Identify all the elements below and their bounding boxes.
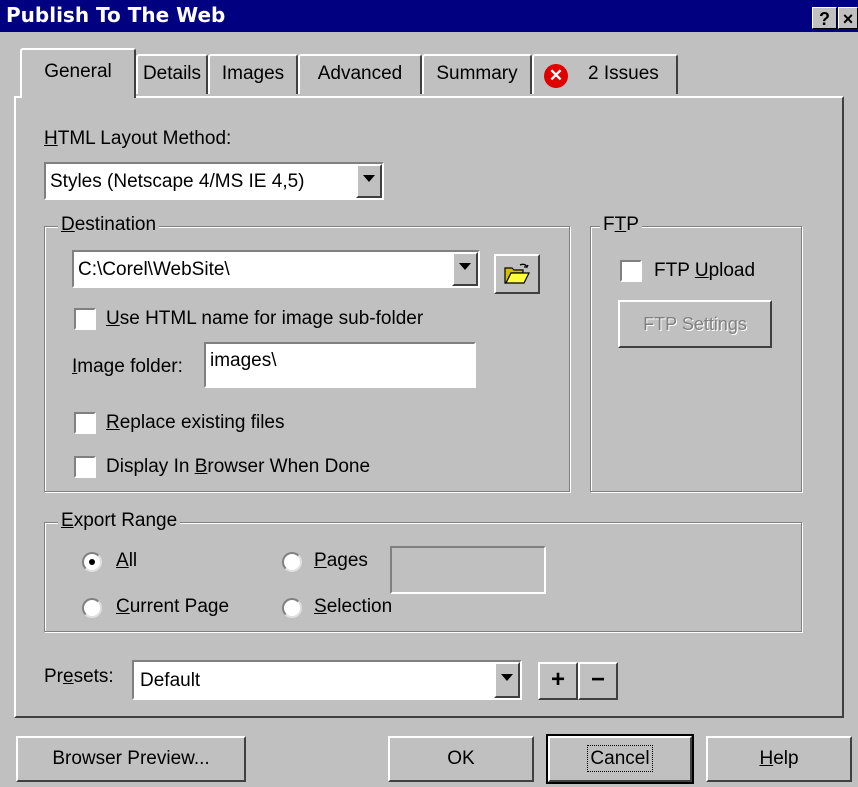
browser-preview-button[interactable]: Browser Preview... xyxy=(16,736,246,782)
range-pages-radio[interactable] xyxy=(282,552,302,572)
ftp-upload-checkbox[interactable] xyxy=(620,260,642,282)
browse-folder-button[interactable] xyxy=(494,254,540,294)
ok-button[interactable]: OK xyxy=(388,736,534,782)
layout-method-value: Styles (Netscape 4/MS IE 4,5) xyxy=(50,171,305,192)
presets-select[interactable]: Default xyxy=(132,660,522,700)
window-title: Publish To The Web xyxy=(6,3,226,27)
destination-path-value: C:\Corel\WebSite\ xyxy=(78,259,230,280)
help-button[interactable]: Help xyxy=(706,736,852,782)
image-folder-input[interactable]: images\ xyxy=(204,342,476,388)
chevron-down-icon xyxy=(363,175,375,182)
presets-dropdown-button[interactable] xyxy=(494,662,520,698)
tab-issues[interactable]: ✕ 2 Issues xyxy=(532,54,678,94)
export-range-legend: Export Range xyxy=(58,510,181,532)
close-title-button[interactable]: × xyxy=(838,7,858,29)
ftp-upload-label: FTP Upload xyxy=(654,260,756,281)
range-all-radio[interactable] xyxy=(82,552,102,572)
display-in-browser-checkbox[interactable] xyxy=(74,456,96,478)
error-icon: ✕ xyxy=(544,64,568,88)
tab-images[interactable]: Images xyxy=(208,54,298,94)
range-selection-radio[interactable] xyxy=(282,598,302,618)
pages-input[interactable] xyxy=(390,546,546,594)
chevron-down-icon xyxy=(459,263,471,270)
replace-existing-checkbox[interactable] xyxy=(74,412,96,434)
cancel-button[interactable]: Cancel xyxy=(546,734,694,784)
range-current-page-radio[interactable] xyxy=(82,598,102,618)
title-bar: Publish To The Web ? × xyxy=(0,0,858,32)
presets-label: Presets: xyxy=(44,666,114,687)
image-folder-label: Image folder: xyxy=(72,356,183,377)
ftp-settings-button[interactable]: FTP Settings xyxy=(618,300,772,348)
remove-preset-button[interactable]: − xyxy=(578,662,618,700)
ftp-legend: FTP xyxy=(600,214,642,236)
open-folder-icon xyxy=(504,263,530,284)
tab-advanced[interactable]: Advanced xyxy=(298,54,422,94)
chevron-down-icon xyxy=(501,674,513,681)
destination-legend: Destination xyxy=(58,214,160,236)
tab-general[interactable]: General xyxy=(20,48,136,98)
use-html-name-label: Use HTML name for image sub-folder xyxy=(106,308,424,329)
add-preset-button[interactable]: + xyxy=(538,662,578,700)
layout-method-select[interactable]: Styles (Netscape 4/MS IE 4,5) xyxy=(44,162,384,200)
range-current-page-label: Current Page xyxy=(116,596,230,617)
tab-details[interactable]: Details xyxy=(136,54,208,94)
destination-path-combo[interactable]: C:\Corel\WebSite\ xyxy=(72,250,480,288)
use-html-name-checkbox[interactable] xyxy=(74,308,96,330)
range-selection-label: Selection xyxy=(314,596,393,617)
help-title-button[interactable]: ? xyxy=(812,7,837,29)
image-folder-value: images\ xyxy=(210,350,277,371)
range-all-label: All xyxy=(116,550,138,571)
layout-method-dropdown-button[interactable] xyxy=(356,164,382,198)
destination-dropdown-button[interactable] xyxy=(452,252,478,286)
tab-summary[interactable]: Summary xyxy=(422,54,532,94)
cancel-button-label: Cancel xyxy=(587,745,653,772)
replace-existing-label: Replace existing files xyxy=(106,412,285,433)
display-in-browser-label: Display In Browser When Done xyxy=(106,456,371,477)
presets-value: Default xyxy=(140,670,201,691)
layout-method-label: HTML Layout Method: xyxy=(44,128,232,149)
range-pages-label: Pages xyxy=(314,550,368,571)
